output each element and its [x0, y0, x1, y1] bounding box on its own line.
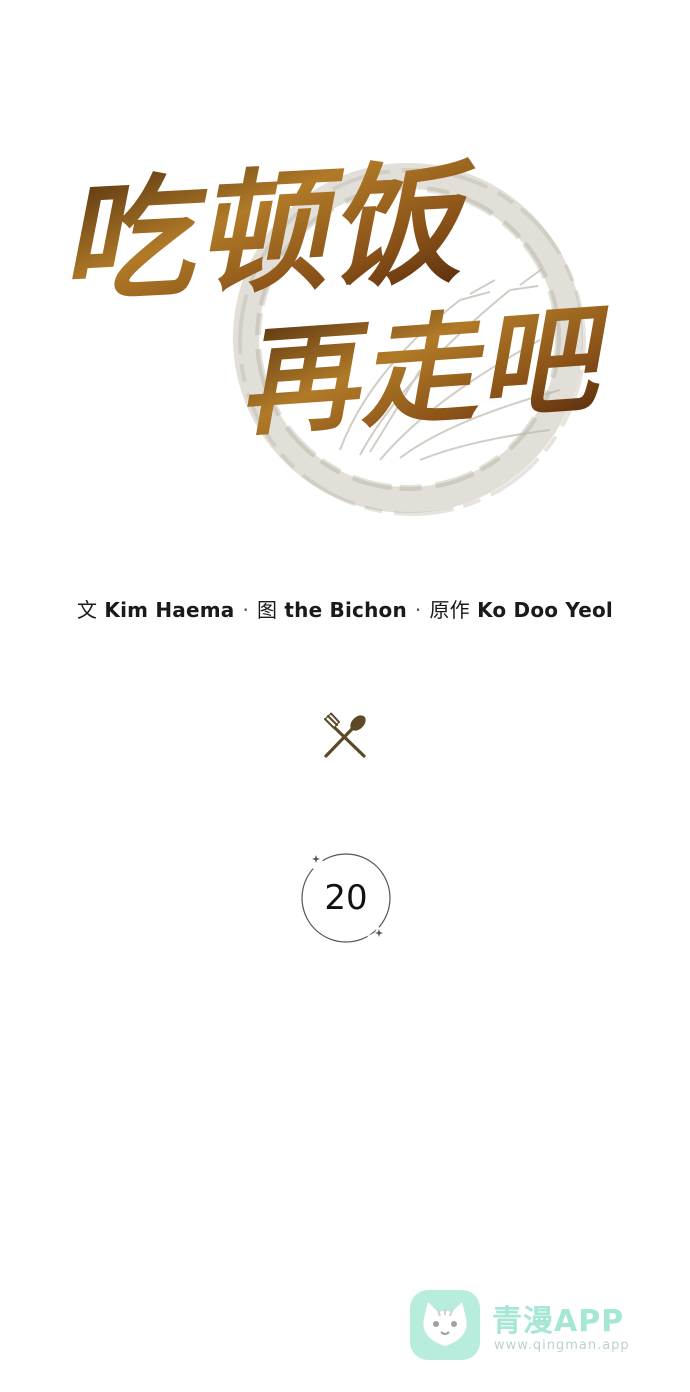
writer-role: 文 — [77, 598, 98, 622]
watermark-url: www.qingman.app — [494, 1338, 630, 1353]
fork-spoon-crossed-icon — [320, 712, 370, 762]
artist-role: 图 — [257, 598, 278, 622]
cat-face-icon — [408, 1288, 482, 1362]
original-role: 原作 — [429, 598, 470, 622]
watermark: 青漫APP www.qingman.app — [408, 1288, 648, 1364]
series-title-logo: 吃顿饭 再走吧 — [40, 120, 640, 540]
title-line-2: 再走吧 — [234, 288, 618, 453]
title-line-1: 吃顿饭 — [56, 145, 483, 322]
credits-line: 文 Kim Haema · 图 the Bichon · 原作 Ko Doo Yeol — [0, 594, 690, 623]
original-author-name: Ko Doo Yeol — [477, 598, 613, 622]
artist-name: the Bichon — [284, 598, 407, 622]
watermark-app-name: 青漫APP — [492, 1304, 625, 1339]
credit-separator: · — [242, 598, 250, 622]
episode-number: 20 — [324, 878, 368, 918]
writer-name: Kim Haema — [104, 598, 235, 622]
episode-badge: 20 — [296, 848, 396, 948]
credit-separator: · — [414, 598, 422, 622]
